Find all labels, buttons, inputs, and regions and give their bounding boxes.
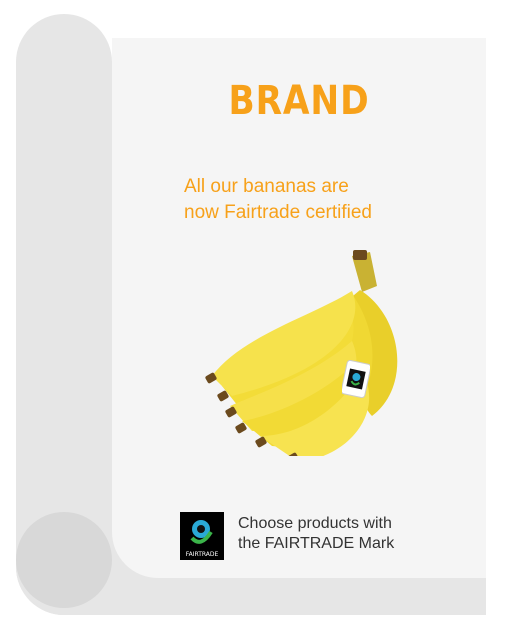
footer-line-1: Choose products with [238, 515, 392, 532]
fairtrade-logo-label: FAIRTRADE [185, 551, 219, 558]
footer-text: Choose products with the FAIRTRADE Mark [238, 514, 394, 554]
tagline: All our bananas are now Fairtrade certif… [184, 174, 464, 226]
fairtrade-sticker-icon [342, 360, 370, 398]
tagline-line-1: All our bananas are [184, 176, 349, 197]
brand-title: BRAND [228, 78, 370, 124]
tagline-line-2: now Fairtrade certified [184, 202, 372, 223]
banana-bunch-icon [205, 250, 398, 456]
scroll-curl [16, 512, 112, 608]
poster-card: BRAND All our bananas are now Fairtrade … [112, 38, 486, 578]
fairtrade-mark-icon: FAIRTRADE [180, 512, 224, 560]
footer-line-2: the FAIRTRADE Mark [238, 535, 395, 552]
footer: FAIRTRADE Choose products with the FAIRT… [180, 512, 470, 560]
